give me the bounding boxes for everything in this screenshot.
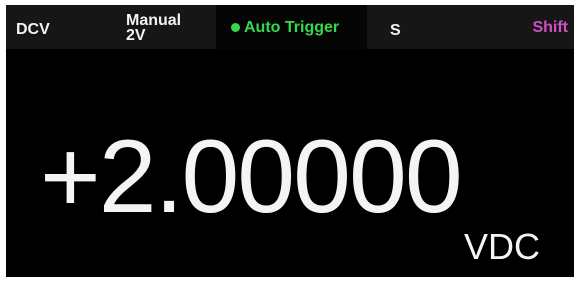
trigger-label: Auto Trigger: [244, 19, 340, 36]
range-indicator: Manual 2V: [126, 12, 182, 44]
shift-indicator: Shift: [532, 19, 568, 36]
status-bar: DCV Manual 2V Auto Trigger S Shift: [6, 5, 574, 49]
multimeter-screen: DCV Manual 2V Auto Trigger S Shift +2.00…: [6, 5, 574, 277]
trigger-status: Auto Trigger: [216, 5, 367, 49]
measurement-unit: VDC: [464, 226, 541, 267]
speed-label: S: [390, 22, 401, 39]
status-dot-icon: [231, 23, 240, 32]
measurement-reading: +2.00000: [40, 119, 463, 235]
range-mode-label: Manual: [126, 12, 182, 29]
measurement-function-label: DCV: [16, 21, 50, 38]
range-value-label: 2V: [126, 27, 146, 44]
